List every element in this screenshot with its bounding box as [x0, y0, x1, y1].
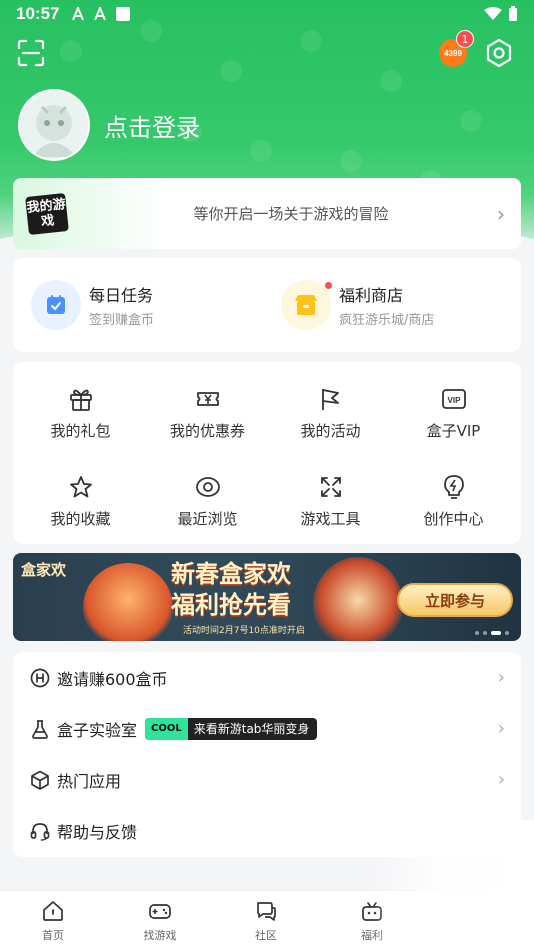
- new-year-banner[interactable]: 盒家欢 新春盒家欢 福利抢先看 活动时间2月7号10点准时开启 立即参与: [13, 553, 521, 641]
- shop-icon: [281, 280, 331, 330]
- banner-date: 活动时间2月7号10点准时开启: [183, 626, 305, 636]
- my-games-logo: 我的游戏: [25, 192, 69, 235]
- watermark-fade-overlay: [370, 820, 534, 950]
- status-notification-icons: [71, 6, 131, 22]
- daily-task-item[interactable]: 每日任务 签到赚盒币: [31, 280, 154, 330]
- my-favorites-item[interactable]: 我的收藏: [17, 464, 144, 544]
- task-subtitle: 疯狂游乐城/商店: [339, 313, 435, 328]
- welfare-shop-item[interactable]: 福利商店 疯狂游乐城/商店: [281, 280, 434, 330]
- coupon-icon: [196, 392, 219, 406]
- flask-icon: [32, 719, 48, 739]
- creation-center-item[interactable]: 创作中心: [390, 464, 517, 544]
- svg-text:VIP: VIP: [447, 396, 461, 405]
- my-games-card[interactable]: 我的游戏 等你开启一场关于游戏的冒险 ›: [13, 178, 521, 249]
- lab-promo-text: 来看新游tab华丽变身: [193, 722, 310, 736]
- settings-icon[interactable]: [484, 38, 514, 68]
- avatar[interactable]: [18, 89, 90, 161]
- grid-label: 创作中心: [423, 510, 484, 528]
- calendar-check-icon: [31, 280, 81, 330]
- chevron-right-icon: ›: [497, 201, 505, 226]
- banner-title: 新春盒家欢 福利抢先看: [171, 559, 291, 621]
- banner-title-line2: 福利抢先看: [171, 591, 291, 619]
- notification-a-icon: [94, 7, 107, 21]
- top-bar: 4399 1: [0, 30, 534, 70]
- banner-brand: 盒家欢: [21, 561, 67, 579]
- gamepad-icon: [149, 904, 171, 919]
- eye-icon: [195, 477, 220, 497]
- grid-label: 盒子VIP: [426, 422, 481, 440]
- chevron-right-icon: ›: [497, 718, 505, 739]
- tab-label: 找游戏: [143, 929, 177, 942]
- grid-label: 我的活动: [300, 422, 361, 440]
- carousel-indicator: [475, 631, 509, 635]
- hot-apps-row[interactable]: 热门应用 ›: [13, 754, 521, 805]
- menu-label: 盒子实验室: [57, 720, 138, 740]
- recent-browsing-item[interactable]: 最近浏览: [144, 464, 271, 544]
- grid-label: 我的礼包: [50, 422, 111, 440]
- battery-icon: [509, 6, 517, 21]
- notification-square-icon: [116, 7, 131, 21]
- chat-icon: [257, 902, 276, 921]
- menu-label: 邀请赚600盒币: [57, 669, 168, 689]
- task-subtitle: 签到赚盒币: [89, 313, 155, 328]
- banner-character-left: [83, 563, 173, 641]
- cool-badge: COOL: [145, 717, 188, 740]
- grid-label: 最近浏览: [177, 510, 238, 528]
- task-title: 福利商店: [339, 286, 404, 305]
- my-coupons-item[interactable]: 我的优惠券: [144, 376, 271, 456]
- tab-label: 社区: [255, 929, 277, 942]
- tools-icon: [320, 477, 341, 497]
- grid-label: 我的收藏: [50, 510, 111, 528]
- profile-section[interactable]: 点击登录: [18, 88, 200, 162]
- cube-icon: [31, 770, 49, 790]
- headset-icon: [30, 822, 50, 841]
- avatar-placeholder-icon: [32, 105, 76, 157]
- grid-label: 我的优惠券: [169, 422, 245, 440]
- chevron-right-icon: ›: [497, 769, 505, 790]
- notification-badge: 1: [456, 30, 474, 48]
- tab-find-games[interactable]: 找游戏: [120, 899, 200, 943]
- my-activities-item[interactable]: 我的活动: [267, 376, 394, 456]
- task-title: 每日任务: [89, 286, 154, 305]
- box-vip-item[interactable]: VIP 盒子VIP: [390, 376, 517, 456]
- invite-coin-icon: [30, 668, 50, 687]
- vip-icon: VIP: [441, 389, 466, 409]
- lab-promo-tag: COOL 来看新游tab华丽变身: [145, 717, 318, 740]
- status-time: 10:57: [16, 4, 60, 23]
- lightbulb-icon: [443, 475, 464, 499]
- invite-row[interactable]: 邀请赚600盒币 ›: [13, 652, 521, 703]
- tab-home[interactable]: 首页: [13, 899, 93, 943]
- new-dot: [325, 282, 332, 289]
- home-icon: [43, 901, 63, 921]
- menu-label: 帮助与反馈: [57, 822, 138, 842]
- menu-label: 热门应用: [57, 771, 122, 791]
- chevron-right-icon: ›: [497, 667, 505, 688]
- game-tools-item[interactable]: 游戏工具: [267, 464, 394, 544]
- my-gifts-item[interactable]: 我的礼包: [17, 376, 144, 456]
- join-now-button[interactable]: 立即参与: [397, 583, 513, 617]
- grid-label: 游戏工具: [300, 510, 361, 528]
- status-bar: 10:57: [0, 0, 534, 28]
- tasks-card: 每日任务 签到赚盒币 福利商店 疯狂游乐城/商店: [13, 258, 521, 352]
- wifi-icon: [484, 7, 502, 20]
- login-link[interactable]: 点击登录: [104, 108, 200, 143]
- shortcut-grid: 我的礼包 我的优惠券 我的活动 VIP 盒子VIP 我的收藏 最近浏览 游戏工具…: [13, 362, 521, 544]
- tab-community[interactable]: 社区: [226, 899, 306, 943]
- scan-icon[interactable]: [16, 38, 46, 68]
- tab-label: 首页: [42, 929, 64, 942]
- gift-icon: [69, 389, 92, 411]
- my-games-text: 等你开启一场关于游戏的冒险: [193, 205, 389, 223]
- lab-row[interactable]: 盒子实验室 COOL 来看新游tab华丽变身 ›: [13, 703, 521, 754]
- flag-icon: [321, 389, 339, 410]
- banner-title-line1: 新春盒家欢: [171, 560, 291, 588]
- star-icon: [69, 476, 92, 498]
- banner-character-right: [313, 557, 403, 641]
- notification-a-icon: [72, 7, 85, 21]
